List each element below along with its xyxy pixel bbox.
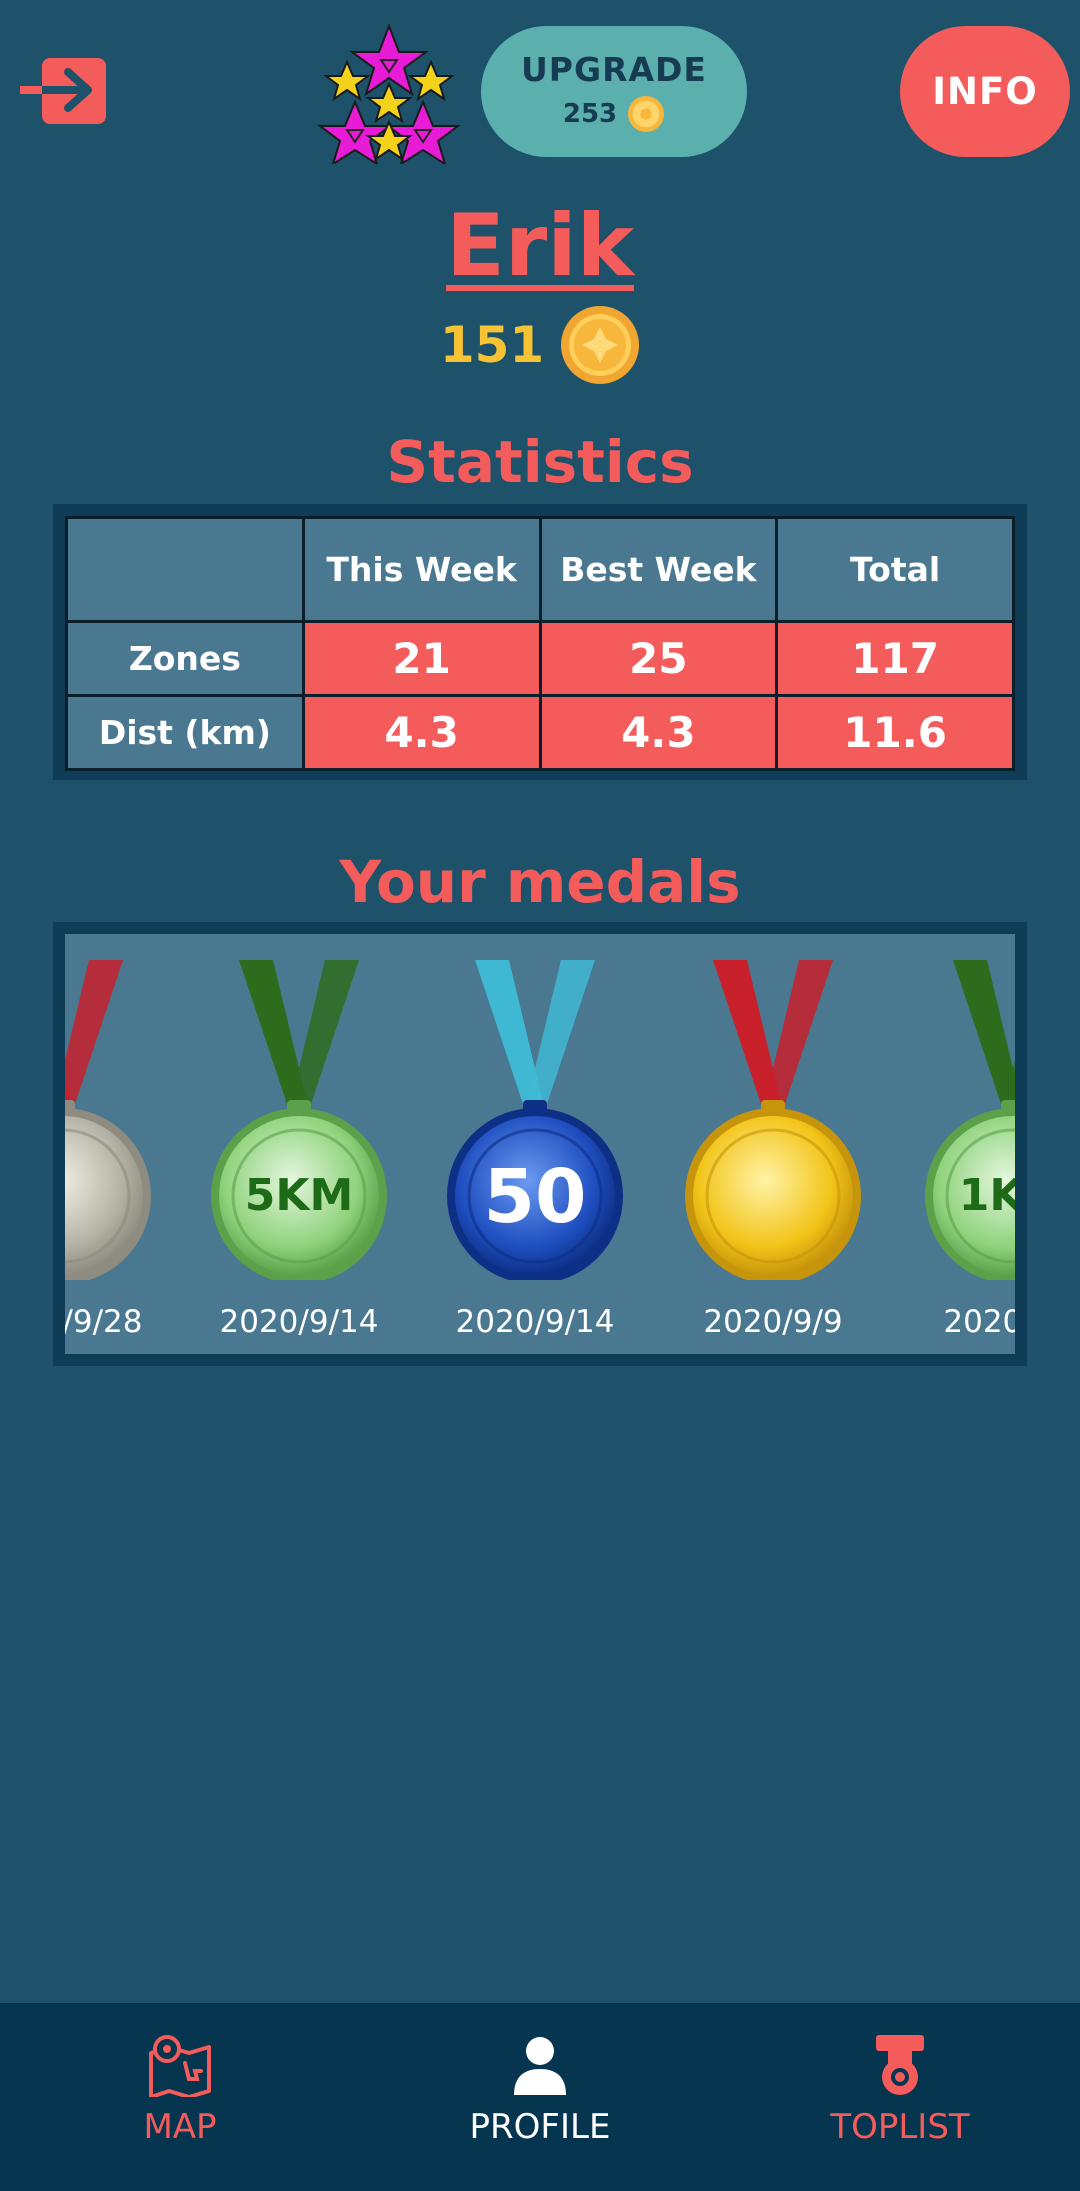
medal-item[interactable]: 1KM 2020/9/1 [893,934,1015,1354]
statistics-title: Statistics [386,428,694,496]
row-label: Zones [65,620,305,697]
statistics-table: This Week Best Week Total Zones 21 25 11… [65,516,1015,771]
profile-screen: UPGRADE 253 INFO Erik 151 Statistics Thi… [0,0,1080,2191]
upgrade-label: UPGRADE [521,50,707,89]
nav-map-label: MAP [143,2107,217,2147]
column-header-total: Total [775,516,1015,623]
nav-toplist[interactable]: TOPLIST [720,2003,1080,2191]
coin-icon [561,306,640,384]
exit-arrow-icon [20,58,106,124]
person-icon [514,2037,566,2095]
distance-this-week: 4.3 [301,694,542,771]
medal-item[interactable]: 5KM 2020/9/14 [179,934,419,1354]
table-row-zones: Zones 21 25 117 [65,620,1015,697]
column-header-blank [65,516,305,623]
trophy-medal-icon [876,2035,924,2095]
map-pin-icon [149,2035,211,2097]
medal-item[interactable]: 2020/9/9 [653,934,893,1354]
coin-balance: 151 [0,305,1080,385]
bottom-navigation: MAP PROFILE TOPLIST [0,2003,1080,2191]
medals-carousel[interactable]: 2020/9/28 5KM 2020/9/14 50 2020/9/14 2020/9/9… [65,934,1015,1354]
nav-profile[interactable]: PROFILE [360,2003,720,2191]
medals-panel: 2020/9/28 5KM 2020/9/14 50 2020/9/14 2020/9/9… [53,922,1027,1366]
medal-label: 50 [484,1154,587,1240]
column-header-this-week: This Week [301,516,542,623]
medal-icon [65,960,151,1280]
logout-button[interactable] [18,56,110,126]
medals-title: Your medals [339,848,741,916]
medal-date: 2020/9/9 [703,1304,843,1340]
medal-icon: 50 [447,960,623,1280]
coin-balance-value: 151 [439,316,545,374]
medal-date: 2020/9/14 [455,1304,615,1340]
statistics-panel: This Week Best Week Total Zones 21 25 11… [53,504,1027,780]
upgrade-price-value: 253 [562,99,618,129]
medal-item[interactable]: 50 2020/9/14 [415,934,655,1354]
medal-date: 2020/9/28 [65,1304,143,1340]
info-button[interactable]: INFO [900,26,1070,157]
column-header-best-week: Best Week [538,516,779,623]
star-rank-icon [315,22,463,167]
nav-map[interactable]: MAP [0,2003,360,2191]
coin-icon [628,95,665,133]
medal-label: 5KM [245,1170,354,1221]
row-label: Dist (km) [65,694,305,771]
table-row-distance: Dist (km) 4.3 4.3 11.6 [65,694,1015,771]
zones-total: 117 [775,620,1015,697]
medal-icon: 1KM [925,960,1015,1280]
medal-item[interactable]: 2020/9/28 [65,934,183,1354]
upgrade-button[interactable]: UPGRADE 253 [481,26,747,157]
zones-this-week: 21 [301,620,542,697]
distance-total: 11.6 [775,694,1015,771]
zones-best-week: 25 [538,620,779,697]
nav-toplist-label: TOPLIST [830,2107,970,2147]
medal-date: 2020/9/14 [219,1304,379,1340]
medal-date: 2020/9/1 [943,1304,1015,1340]
nav-profile-label: PROFILE [469,2107,611,2147]
distance-best-week: 4.3 [538,694,779,771]
medal-icon: 5KM [211,960,387,1280]
medal-label: 1KM [959,1170,1015,1221]
upgrade-price: 253 [563,95,665,133]
user-name: Erik [446,196,634,296]
medal-icon [685,960,861,1280]
